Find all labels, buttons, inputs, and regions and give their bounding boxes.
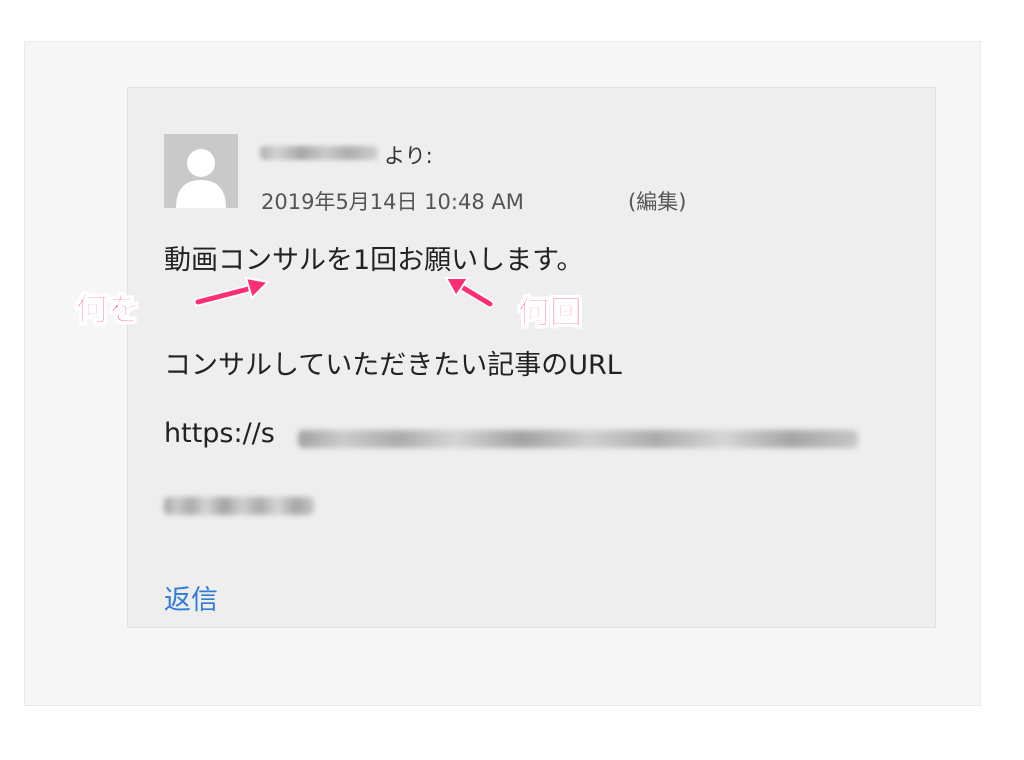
comment-url-prefix: https://s (164, 418, 275, 449)
annotation-what-label: 何を (75, 290, 141, 329)
user-avatar-icon (164, 134, 238, 208)
comment-body-line-2: コンサルしていただきたい記事のURL (164, 350, 622, 381)
reply-link[interactable]: 返信 (164, 578, 218, 617)
edit-link[interactable]: (編集) (628, 186, 686, 216)
comment-url-redacted-continued (164, 497, 314, 515)
arrow-up-right-icon (194, 276, 271, 306)
comment-url-redacted (298, 430, 858, 448)
comment-date-link[interactable]: 2019年5月14日 10:48 AM (261, 186, 524, 216)
author-suffix: より: (384, 144, 433, 168)
author-name-redacted (260, 146, 378, 160)
annotation-how-many-label: 何回 (517, 293, 583, 332)
arrow-up-left-icon (444, 277, 494, 308)
